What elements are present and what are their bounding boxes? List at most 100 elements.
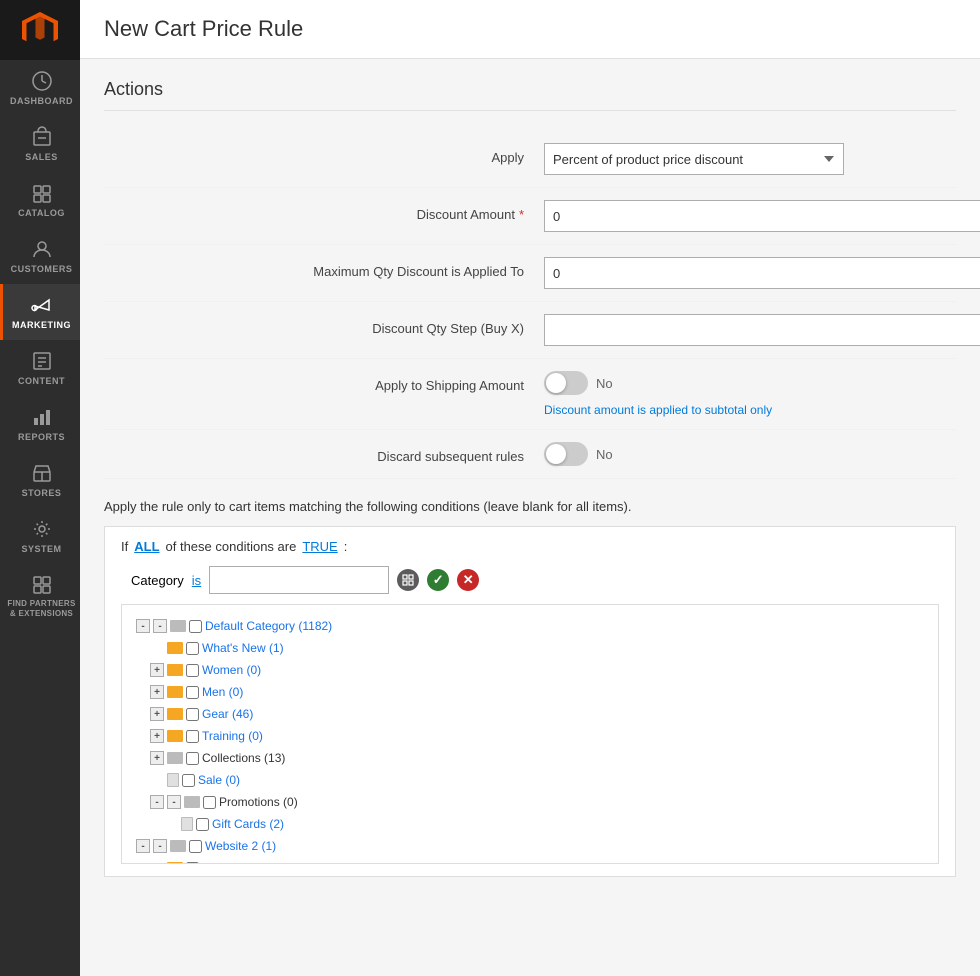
discard-rules-toggle[interactable] bbox=[544, 442, 588, 466]
sidebar-item-sales[interactable]: SALES bbox=[0, 116, 80, 172]
tree-item-men-name[interactable]: Men (0) bbox=[202, 683, 243, 701]
sidebar-item-stores-label: STORES bbox=[22, 488, 62, 498]
conditions-section: Apply the rule only to cart items matchi… bbox=[104, 499, 956, 877]
discard-rules-row: Discard subsequent rules No bbox=[104, 430, 956, 479]
category-remove-button[interactable]: ✕ bbox=[457, 569, 479, 591]
expand-women[interactable]: + bbox=[150, 663, 164, 677]
tree-item-training: + Training (0) bbox=[136, 725, 924, 747]
is-label: is bbox=[192, 573, 201, 588]
conditions-box: If ALL of these conditions are TRUE : Ca… bbox=[104, 526, 956, 877]
expand-default[interactable]: - bbox=[136, 619, 150, 633]
discount-amount-input[interactable] bbox=[544, 200, 980, 232]
tree-item-sale-name[interactable]: Sale (0) bbox=[198, 771, 240, 789]
expand-website2b[interactable]: - bbox=[153, 839, 167, 853]
tree-item-training-name[interactable]: Training (0) bbox=[202, 727, 263, 745]
apply-control-wrap: Percent of product price discount Fixed … bbox=[544, 143, 956, 175]
tree-item-promotions: - - Promotions (0) bbox=[136, 791, 924, 813]
sidebar-item-customers[interactable]: CUSTOMERS bbox=[0, 228, 80, 284]
expand-promotions[interactable]: - bbox=[150, 795, 164, 809]
catalog-icon bbox=[31, 182, 53, 204]
sidebar-item-marketing[interactable]: MARKETING bbox=[0, 284, 80, 340]
true-conditions-link[interactable]: TRUE bbox=[302, 539, 337, 554]
browse-icon bbox=[402, 574, 414, 586]
discount-qty-step-input[interactable] bbox=[544, 314, 980, 346]
tree-item-cate1-name[interactable]: Cate 1 (1) bbox=[202, 859, 255, 864]
checkbox-gift-cards[interactable] bbox=[196, 818, 209, 831]
folder-default-icon bbox=[170, 620, 186, 632]
checkbox-collections[interactable] bbox=[186, 752, 199, 765]
if-text: If bbox=[121, 539, 128, 554]
checkbox-default[interactable] bbox=[189, 620, 202, 633]
expand-training[interactable]: + bbox=[150, 729, 164, 743]
discount-qty-step-control bbox=[544, 314, 980, 346]
tree-item-women-name[interactable]: Women (0) bbox=[202, 661, 261, 679]
category-tree[interactable]: - - Default Category (1182) What's New (… bbox=[121, 604, 939, 864]
category-label: Category bbox=[131, 573, 184, 588]
discount-amount-label: Discount Amount* bbox=[104, 200, 544, 222]
tree-item-default: - - Default Category (1182) bbox=[136, 615, 924, 637]
expand-gear[interactable]: + bbox=[150, 707, 164, 721]
apply-shipping-toggle[interactable] bbox=[544, 371, 588, 395]
sales-icon bbox=[31, 126, 53, 148]
sidebar-item-catalog-label: CATALOG bbox=[18, 208, 65, 218]
checkbox-promotions[interactable] bbox=[203, 796, 216, 809]
checkbox-training[interactable] bbox=[186, 730, 199, 743]
expand-website2[interactable]: - bbox=[136, 839, 150, 853]
checkbox-cate1[interactable] bbox=[186, 862, 199, 865]
sidebar-find-extensions[interactable]: FIND PARTNERS & EXTENSIONS bbox=[0, 564, 80, 630]
folder-promotions-icon bbox=[184, 796, 200, 808]
sidebar-item-reports-label: REPORTS bbox=[18, 432, 65, 442]
sidebar-item-dashboard[interactable]: DASHBOARD bbox=[0, 60, 80, 116]
discard-rules-toggle-wrap: No bbox=[544, 442, 613, 466]
checkbox-men[interactable] bbox=[186, 686, 199, 699]
category-browse-button[interactable] bbox=[397, 569, 419, 591]
tree-item-whatsnew-name[interactable]: What's New (1) bbox=[202, 639, 284, 657]
sidebar-item-content[interactable]: CONTENT bbox=[0, 340, 80, 396]
expand-promotions2[interactable]: - bbox=[167, 795, 181, 809]
sidebar-item-system[interactable]: SYSTEM bbox=[0, 508, 80, 564]
category-condition-row: Category is ✓ ✕ bbox=[121, 566, 939, 594]
checkbox-website2[interactable] bbox=[189, 840, 202, 853]
content-area: Actions Apply Percent of product price d… bbox=[80, 59, 980, 976]
sidebar-item-reports[interactable]: REPORTS bbox=[0, 396, 80, 452]
sidebar-item-customers-label: CUSTOMERS bbox=[11, 264, 73, 274]
page-title: New Cart Price Rule bbox=[104, 16, 303, 42]
marketing-icon bbox=[31, 294, 53, 316]
category-ok-button[interactable]: ✓ bbox=[427, 569, 449, 591]
main-content: New Cart Price Rule Actions Apply Percen… bbox=[80, 0, 980, 976]
category-value-input[interactable] bbox=[209, 566, 389, 594]
tree-item-gear: + Gear (46) bbox=[136, 703, 924, 725]
max-qty-input[interactable] bbox=[544, 257, 980, 289]
customers-icon bbox=[31, 238, 53, 260]
expand-men[interactable]: + bbox=[150, 685, 164, 699]
reports-icon bbox=[31, 406, 53, 428]
discount-amount-row: Discount Amount* bbox=[104, 188, 956, 245]
apply-shipping-control: No Discount amount is applied to subtota… bbox=[544, 371, 956, 417]
checkbox-gear[interactable] bbox=[186, 708, 199, 721]
tree-item-website2-name[interactable]: Website 2 (1) bbox=[205, 837, 276, 855]
sidebar-item-stores[interactable]: STORES bbox=[0, 452, 80, 508]
checkbox-sale[interactable] bbox=[182, 774, 195, 787]
tree-item-gear-name[interactable]: Gear (46) bbox=[202, 705, 253, 723]
expand-default2[interactable]: - bbox=[153, 619, 167, 633]
sidebar-item-catalog[interactable]: CATALOG bbox=[0, 172, 80, 228]
apply-select-wrapper: Percent of product price discount Fixed … bbox=[544, 143, 844, 175]
apply-select[interactable]: Percent of product price discount Fixed … bbox=[544, 143, 844, 175]
content-icon bbox=[31, 350, 53, 372]
all-conditions-link[interactable]: ALL bbox=[134, 539, 159, 554]
checkbox-women[interactable] bbox=[186, 664, 199, 677]
checkbox-whats-new[interactable] bbox=[186, 642, 199, 655]
colon-text: : bbox=[344, 539, 348, 554]
folder-website2-icon bbox=[170, 840, 186, 852]
extensions-icon bbox=[31, 574, 53, 596]
page-header: New Cart Price Rule bbox=[80, 0, 980, 59]
apply-shipping-row: Apply to Shipping Amount No Discount amo… bbox=[104, 359, 956, 430]
sidebar-item-marketing-label: MARKETING bbox=[12, 320, 71, 330]
tree-item-giftcards-name[interactable]: Gift Cards (2) bbox=[212, 815, 284, 833]
sidebar-item-sales-label: SALES bbox=[25, 152, 58, 162]
conditions-description: Apply the rule only to cart items matchi… bbox=[104, 499, 956, 514]
system-icon bbox=[31, 518, 53, 540]
expand-collections[interactable]: + bbox=[150, 751, 164, 765]
tree-item-default-name[interactable]: Default Category (1182) bbox=[205, 617, 332, 635]
actions-section-title: Actions bbox=[104, 79, 956, 111]
